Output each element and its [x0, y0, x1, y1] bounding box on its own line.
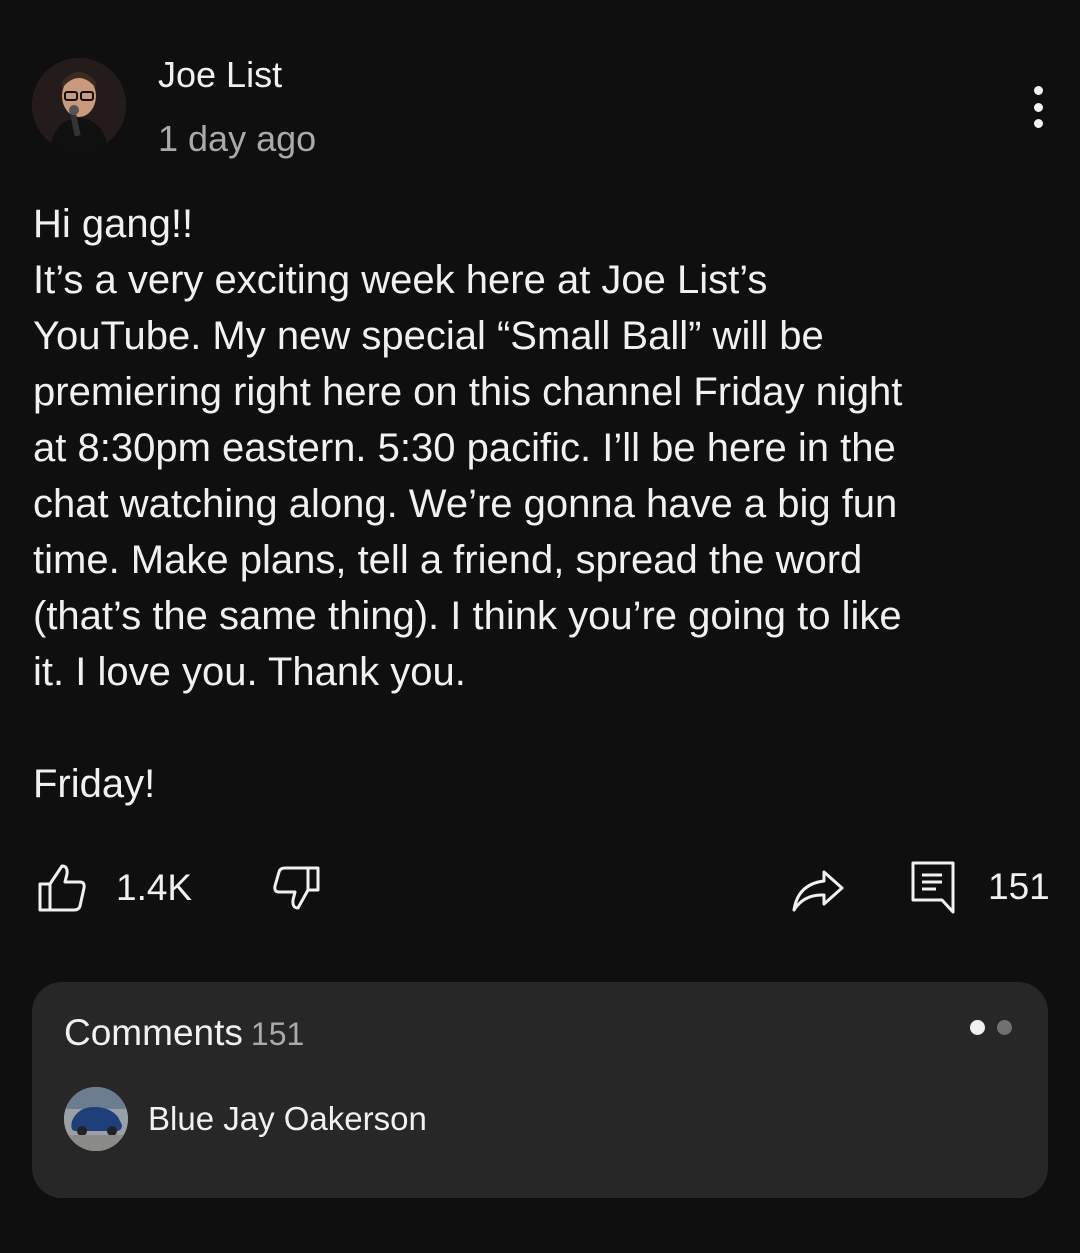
more-vertical-icon[interactable]: [1020, 82, 1056, 132]
comments-card[interactable]: Comments 151 Blue Jay Oakerson: [32, 982, 1048, 1198]
commenter-avatar: [64, 1087, 128, 1151]
post-body: Hi gang!! It’s a very exciting week here…: [33, 202, 903, 806]
thumbs-up-icon: [38, 864, 86, 912]
post-time: 1 day ago: [158, 118, 317, 159]
author-avatar[interactable]: [32, 58, 126, 152]
share-button[interactable]: [790, 866, 846, 914]
share-arrow-icon: [792, 870, 844, 912]
comment-count: 151: [988, 866, 1050, 907]
thumbs-down-icon: [273, 866, 320, 910]
comment-icon: [911, 861, 955, 914]
comments-pager: [970, 1020, 1012, 1035]
pager-dot: [997, 1020, 1012, 1035]
comments-title: Comments: [64, 1012, 243, 1053]
post-header: Joe List 1 day ago: [0, 0, 1080, 180]
like-button[interactable]: 1.4K: [36, 862, 192, 914]
pager-dot-active: [970, 1020, 985, 1035]
comments-button[interactable]: 151: [910, 860, 1050, 914]
like-count: 1.4K: [116, 867, 193, 908]
commenter-name: Blue Jay Oakerson: [148, 1100, 427, 1137]
comments-count: 151: [250, 1016, 305, 1052]
author-name[interactable]: Joe List: [158, 54, 282, 96]
dislike-button[interactable]: [270, 862, 322, 914]
comments-heading: Comments 151: [64, 1012, 304, 1054]
action-bar: 1.4K 151: [0, 856, 1080, 926]
